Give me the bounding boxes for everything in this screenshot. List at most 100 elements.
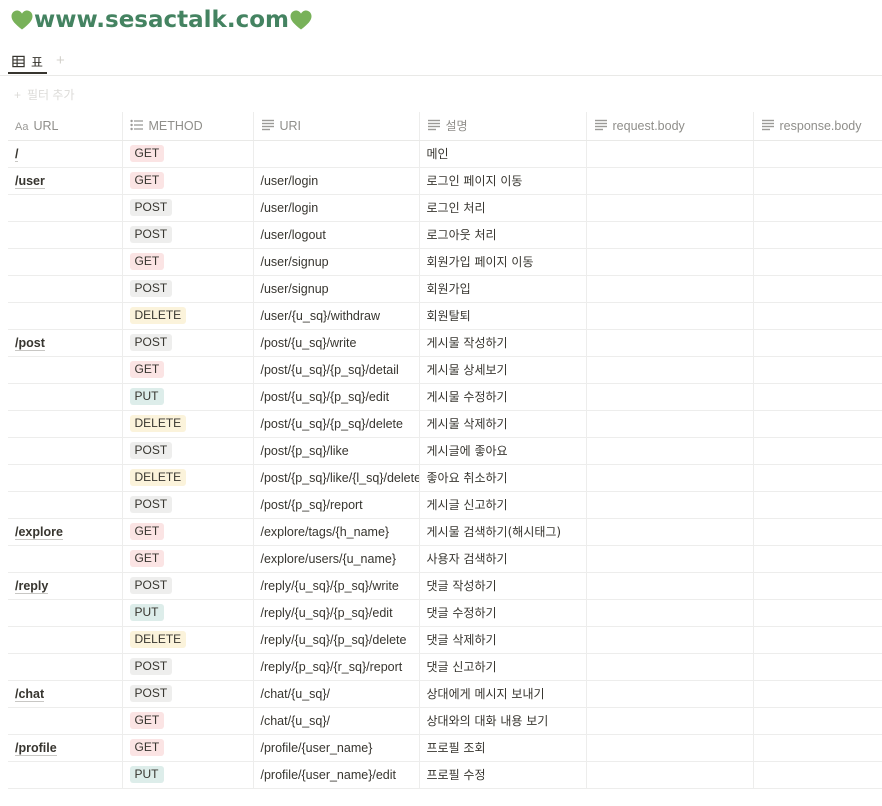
url-text[interactable]: /user [15, 173, 45, 189]
cell-method[interactable]: DELETE [121, 410, 253, 438]
table-row[interactable]: POST/post/{p_sq}/report 게시글 신고하기 [8, 491, 882, 519]
cell-method[interactable]: POST [121, 221, 253, 249]
cell-url[interactable] [8, 302, 122, 330]
cell-url[interactable] [8, 599, 122, 627]
url-text[interactable]: / [15, 146, 19, 162]
cell-response-body[interactable] [752, 626, 882, 654]
cell-description[interactable]: 댓글 수정하기 [418, 599, 586, 627]
table-row[interactable]: /user GET/user/login 로그인 페이지 이동 [8, 167, 882, 195]
cell-url[interactable] [8, 356, 122, 384]
column-header-url[interactable]: Aa URL [8, 112, 122, 141]
cell-request-body[interactable] [585, 680, 753, 708]
cell-uri[interactable]: /reply/{u_sq}/{p_sq}/delete [252, 626, 419, 654]
table-row[interactable]: /explore GET/explore/tags/{h_name} 게시물 검색하… [8, 518, 882, 546]
cell-method[interactable]: POST [121, 680, 253, 708]
cell-request-body[interactable] [585, 410, 753, 438]
cell-method[interactable]: PUT [121, 761, 253, 789]
cell-uri[interactable]: /post/{u_sq}/{p_sq}/delete [252, 410, 419, 438]
column-header-response-body[interactable]: response.body [752, 112, 882, 141]
cell-description[interactable]: 게시물 검색하기(해시태그) [418, 518, 586, 546]
add-filter-button[interactable]: + 필터 추가 [14, 86, 75, 103]
cell-method[interactable]: POST [121, 329, 253, 357]
cell-method[interactable]: DELETE [121, 464, 253, 492]
cell-url[interactable] [8, 761, 122, 789]
cell-method[interactable]: GET [121, 248, 253, 276]
cell-url[interactable] [8, 464, 122, 492]
cell-method[interactable]: GET [121, 356, 253, 384]
cell-url[interactable] [8, 545, 122, 573]
cell-request-body[interactable] [585, 626, 753, 654]
cell-response-body[interactable] [752, 356, 882, 384]
cell-method[interactable]: GET [121, 167, 253, 195]
cell-url[interactable] [8, 275, 122, 303]
cell-response-body[interactable] [752, 248, 882, 276]
cell-uri[interactable]: /user/{u_sq}/withdraw [252, 302, 419, 330]
cell-request-body[interactable] [585, 356, 753, 384]
url-text[interactable]: /profile [15, 740, 57, 756]
cell-description[interactable]: 게시물 수정하기 [418, 383, 586, 411]
table-row[interactable]: DELETE/post/{p_sq}/like/{l_sq}/delete 좋아요… [8, 464, 882, 492]
table-row[interactable]: /reply POST/reply/{u_sq}/{p_sq}/write 댓글 작… [8, 572, 882, 600]
cell-description[interactable]: 게시물 작성하기 [418, 329, 586, 357]
cell-description[interactable]: 로그아웃 처리 [418, 221, 586, 249]
url-text[interactable]: /post [15, 335, 45, 351]
table-row[interactable]: PUT/reply/{u_sq}/{p_sq}/edit 댓글 수정하기 [8, 599, 882, 627]
cell-url[interactable]: /reply [8, 572, 122, 600]
cell-url[interactable] [8, 707, 122, 735]
column-header-request-body[interactable]: request.body [585, 112, 753, 141]
cell-description[interactable]: 프로필 조회 [418, 734, 586, 762]
cell-response-body[interactable] [752, 464, 882, 492]
table-row[interactable]: /chat POST/chat/{u_sq}/상대에게 메시지 보내기 [8, 680, 882, 708]
cell-request-body[interactable] [585, 167, 753, 195]
cell-request-body[interactable] [585, 761, 753, 789]
cell-method[interactable]: PUT [121, 599, 253, 627]
cell-description[interactable]: 로그인 처리 [418, 194, 586, 222]
cell-response-body[interactable] [752, 140, 882, 168]
cell-response-body[interactable] [752, 653, 882, 681]
cell-request-body[interactable] [585, 329, 753, 357]
cell-description[interactable]: 게시글에 좋아요 [418, 437, 586, 465]
cell-url[interactable]: / [8, 140, 122, 168]
cell-method[interactable]: GET [121, 707, 253, 735]
cell-url[interactable] [8, 410, 122, 438]
cell-uri[interactable]: /user/signup [252, 275, 419, 303]
column-header-description[interactable]: 설명 [418, 112, 586, 141]
tab-table-view[interactable]: 표 [8, 50, 47, 74]
column-header-method[interactable]: METHOD [121, 112, 253, 141]
cell-uri[interactable]: /explore/users/{u_name} [252, 545, 419, 573]
cell-response-body[interactable] [752, 761, 882, 789]
table-row[interactable]: POST/post/{p_sq}/like 게시글에 좋아요 [8, 437, 882, 465]
cell-description[interactable]: 회원탈퇴 [418, 302, 586, 330]
cell-url[interactable] [8, 653, 122, 681]
cell-uri[interactable]: /user/logout [252, 221, 419, 249]
cell-description[interactable]: 메인 [418, 140, 586, 168]
cell-request-body[interactable] [585, 599, 753, 627]
cell-uri[interactable]: /post/{p_sq}/like/{l_sq}/delete [252, 464, 419, 492]
url-text[interactable]: /chat [15, 686, 45, 702]
cell-uri[interactable]: /profile/{user_name} [252, 734, 419, 762]
cell-url[interactable]: /chat [8, 680, 122, 708]
url-text[interactable]: /reply [15, 578, 49, 594]
cell-request-body[interactable] [585, 383, 753, 411]
cell-uri[interactable]: /post/{u_sq}/{p_sq}/edit [252, 383, 419, 411]
cell-request-body[interactable] [585, 248, 753, 276]
cell-method[interactable]: GET [121, 545, 253, 573]
cell-request-body[interactable] [585, 545, 753, 573]
cell-response-body[interactable] [752, 302, 882, 330]
cell-response-body[interactable] [752, 707, 882, 735]
table-row[interactable]: DELETE/post/{u_sq}/{p_sq}/delete 게시물 삭제하기 [8, 410, 882, 438]
cell-method[interactable]: GET [121, 734, 253, 762]
cell-url[interactable] [8, 491, 122, 519]
cell-request-body[interactable] [585, 572, 753, 600]
table-row[interactable]: POST/reply/{p_sq}/{r_sq}/report 댓글 신고하기 [8, 653, 882, 681]
cell-url[interactable] [8, 437, 122, 465]
table-row[interactable]: POST/user/logout 로그아웃 처리 [8, 221, 882, 249]
cell-description[interactable]: 댓글 작성하기 [418, 572, 586, 600]
cell-response-body[interactable] [752, 599, 882, 627]
cell-request-body[interactable] [585, 734, 753, 762]
table-row[interactable]: DELETE/reply/{u_sq}/{p_sq}/delete 댓글 삭제하기 [8, 626, 882, 654]
cell-uri[interactable]: /user/login [252, 194, 419, 222]
cell-url[interactable]: /post [8, 329, 122, 357]
cell-response-body[interactable] [752, 545, 882, 573]
url-text[interactable]: /explore [15, 524, 63, 540]
